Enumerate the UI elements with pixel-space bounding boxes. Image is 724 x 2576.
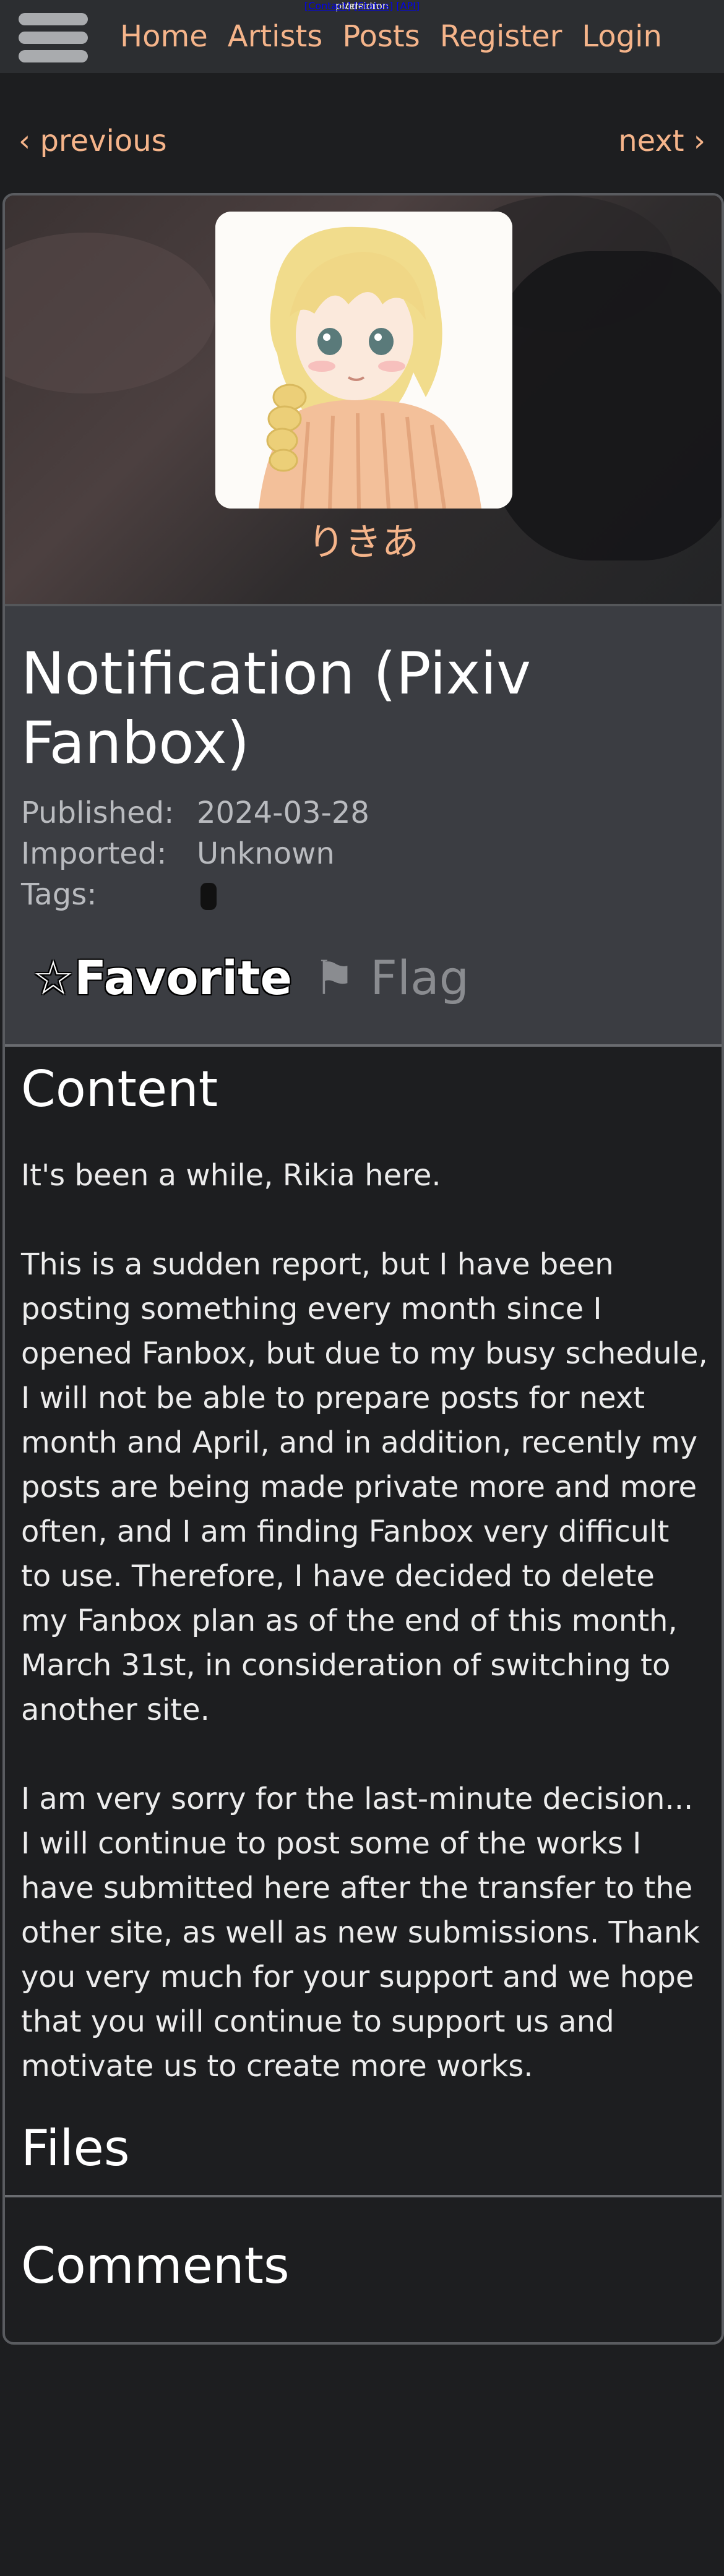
content-paragraph: It's been a while, Rikia here. <box>21 1158 441 1193</box>
section-divider <box>5 2195 722 2197</box>
post-info-panel: Notification (Pixiv Fanbox) Published: 20… <box>5 606 722 1047</box>
hamburger-bar <box>19 13 88 25</box>
artist-avatar-illustration <box>215 212 512 509</box>
comments-heading: Comments <box>21 2237 290 2295</box>
hamburger-bar <box>19 32 88 44</box>
footer-status-link[interactable]: [Status] <box>354 0 393 12</box>
files-heading: Files <box>21 2119 130 2177</box>
nav-home-link[interactable]: Home <box>120 19 208 54</box>
nav-register-link[interactable]: Register <box>440 19 562 54</box>
next-post-link[interactable]: next › <box>618 124 705 158</box>
hamburger-bar <box>19 50 88 62</box>
footer-links: [Contact] [Status] [API] <box>0 0 724 12</box>
nav-login-link[interactable]: Login <box>582 19 662 54</box>
nav-posts-link[interactable]: Posts <box>342 19 420 54</box>
imported-value: Unknown <box>197 836 335 871</box>
post-pager: ‹ previous next › <box>19 124 705 167</box>
published-label: Published: <box>21 796 175 830</box>
content-paragraph: I am very sorry for the last-minute deci… <box>21 1782 700 2084</box>
published-value: 2024-03-28 <box>197 796 369 830</box>
content-heading: Content <box>21 1060 218 1118</box>
banner-background-shape <box>5 233 215 393</box>
nav-links: Home Artists Posts Register Login <box>120 19 662 54</box>
imported-label: Imported: <box>21 836 167 871</box>
tag-pill[interactable] <box>200 883 217 910</box>
hamburger-menu-icon[interactable] <box>19 6 90 67</box>
favorite-button[interactable]: ☆Favorite <box>32 950 292 1005</box>
published-row: Published: 2024-03-28 <box>21 796 369 830</box>
content-paragraph: This is a sudden report, but I have been… <box>21 1247 708 1727</box>
artist-banner: りきあ <box>5 195 722 606</box>
artist-name-link[interactable]: りきあ <box>5 512 722 566</box>
post-card: りきあ Notification (Pixiv Fanbox) Publishe… <box>2 193 724 2345</box>
previous-post-link[interactable]: ‹ previous <box>19 124 167 158</box>
artist-avatar[interactable] <box>215 212 512 509</box>
flag-button[interactable]: ⚑ Flag <box>313 950 469 1005</box>
nav-artists-link[interactable]: Artists <box>228 19 323 54</box>
tags-row: Tags: <box>21 877 217 912</box>
footer-contact-link[interactable]: [Contact] <box>304 0 351 12</box>
tags-label: Tags: <box>21 877 97 912</box>
imported-row: Imported: Unknown <box>21 836 335 871</box>
post-title: Notification (Pixiv Fanbox) <box>21 640 532 777</box>
footer-api-link[interactable]: [API] <box>396 0 420 12</box>
